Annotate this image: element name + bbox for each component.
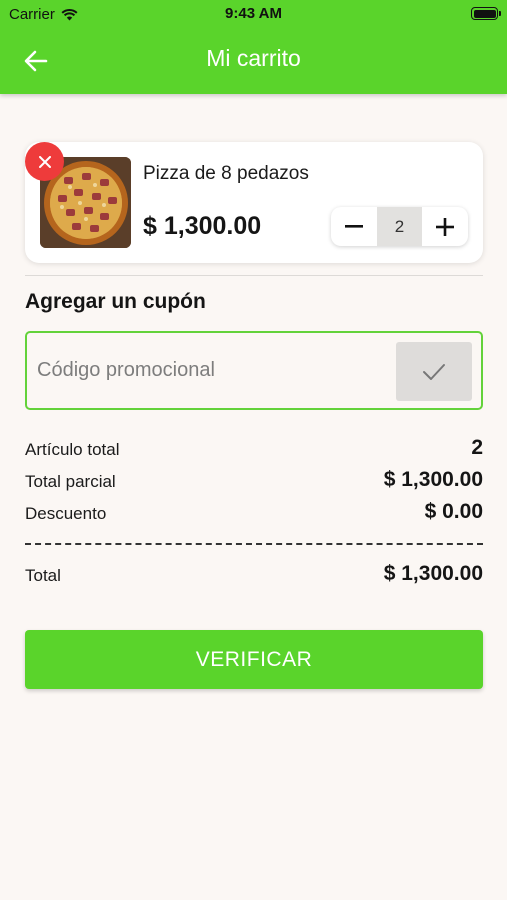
verify-button[interactable]: VERIFICAR <box>25 630 483 689</box>
quantity-value: 2 <box>377 207 422 246</box>
total-value: $ 1,300.00 <box>383 562 483 585</box>
apply-coupon-button[interactable] <box>396 342 472 401</box>
product-price: $ 1,300.00 <box>143 212 262 240</box>
quantity-stepper: 2 <box>331 207 468 246</box>
page-title: Mi carrito <box>206 45 301 71</box>
divider <box>25 275 483 276</box>
status-time: 9:43 AM <box>225 5 282 22</box>
coupon-title: Agregar un cupón <box>25 290 206 313</box>
battery-icon <box>471 7 501 20</box>
plus-icon <box>436 217 454 236</box>
close-icon <box>38 155 51 168</box>
total-label: Total <box>25 566 61 585</box>
product-name: Pizza de 8 pedazos <box>143 163 309 184</box>
summary-total-row: Total $ 1,300.00 <box>25 562 483 592</box>
app-header: Carrier 9:43 AM Mi carrito <box>0 0 507 94</box>
items-label: Artículo total <box>25 440 120 459</box>
remove-item-button[interactable] <box>25 142 64 181</box>
minus-icon <box>345 224 363 228</box>
summary-discount-row: Descuento $ 0.00 <box>25 500 483 530</box>
increase-button[interactable] <box>422 207 468 246</box>
cart-item-card: Pizza de 8 pedazos $ 1,300.00 2 <box>25 142 483 263</box>
status-bar: Carrier 9:43 AM <box>0 0 507 28</box>
check-icon <box>423 363 445 380</box>
coupon-input[interactable] <box>37 348 377 392</box>
dashed-divider <box>25 543 483 545</box>
coupon-box <box>25 331 483 410</box>
summary-items-row: Artículo total 2 <box>25 436 483 466</box>
subtotal-value: $ 1,300.00 <box>383 468 483 491</box>
discount-value: $ 0.00 <box>424 500 483 523</box>
summary-subtotal-row: Total parcial $ 1,300.00 <box>25 468 483 498</box>
subtotal-label: Total parcial <box>25 472 116 491</box>
decrease-button[interactable] <box>331 207 377 246</box>
discount-label: Descuento <box>25 504 107 523</box>
items-value: 2 <box>471 436 483 459</box>
